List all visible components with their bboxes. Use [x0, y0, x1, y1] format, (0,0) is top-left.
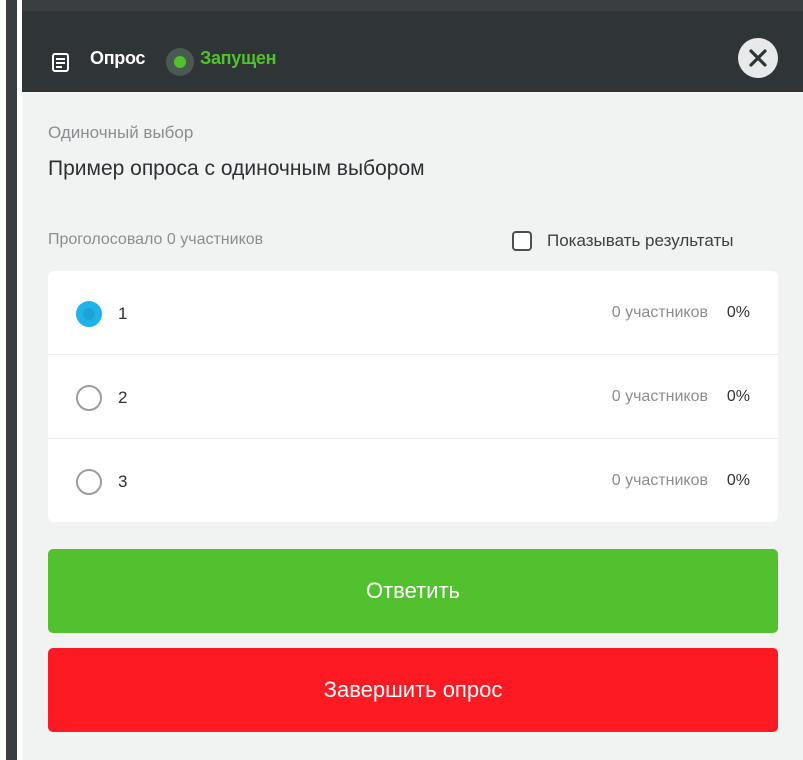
left-edge-bar	[6, 0, 17, 760]
option-label: 2	[118, 388, 128, 407]
show-results-label: Показывать результаты	[547, 231, 734, 250]
option-count: 0 участников	[611, 304, 708, 321]
poll-icon	[52, 53, 69, 72]
option-label: 1	[118, 304, 128, 323]
top-strip	[0, 0, 803, 11]
option-percent: 0%	[726, 304, 750, 321]
radio-button[interactable]	[76, 469, 102, 495]
show-results-checkbox[interactable]	[512, 231, 532, 251]
header-title: Опрос	[90, 48, 146, 68]
radio-button[interactable]	[76, 385, 102, 411]
option-percent: 0%	[726, 388, 750, 405]
status-text: Запущен	[200, 48, 277, 68]
poll-question: Пример опроса с одиночным выбором	[48, 157, 425, 180]
answer-button[interactable]: Ответить	[48, 549, 778, 633]
options-list: 1 0 участников 0% 2 0 участников 0% 3 0 …	[48, 271, 778, 522]
finish-poll-button[interactable]: Завершить опрос	[48, 648, 778, 732]
poll-type-label: Одиночный выбор	[48, 123, 194, 142]
radio-button-selected[interactable]	[76, 301, 102, 327]
option-label: 3	[118, 472, 128, 491]
voted-count: Проголосовало 0 участников	[48, 231, 264, 248]
close-icon	[749, 49, 767, 67]
option-row[interactable]: 3 0 участников 0%	[48, 438, 778, 522]
poll-header: Опрос Запущен	[22, 11, 803, 92]
option-count: 0 участников	[611, 472, 708, 489]
option-row[interactable]: 2 0 участников 0%	[48, 354, 778, 438]
show-results-toggle[interactable]: Показывать результаты	[512, 228, 733, 254]
close-button[interactable]	[738, 38, 778, 78]
status-dot-icon	[166, 48, 194, 76]
option-count: 0 участников	[611, 388, 708, 405]
poll-panel: Опрос Запущен Одиночный выбор Пример опр…	[22, 11, 803, 760]
option-percent: 0%	[726, 472, 750, 489]
option-row[interactable]: 1 0 участников 0%	[48, 271, 778, 354]
left-edge	[0, 0, 22, 760]
